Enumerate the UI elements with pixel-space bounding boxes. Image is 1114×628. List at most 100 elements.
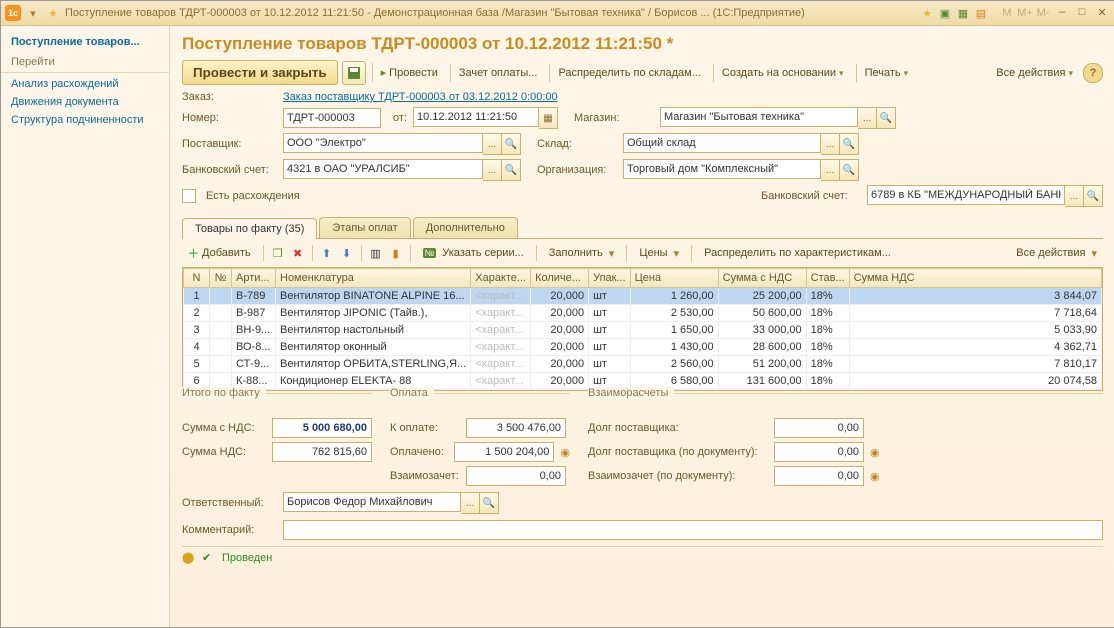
goods-grid[interactable]: N№Арти...НоменклатураХаракте...Количе...… [182, 267, 1103, 391]
grid-cell[interactable]: 18% [806, 288, 849, 305]
favorite-icon[interactable]: ★ [45, 5, 61, 21]
grid-col-header[interactable]: Характе... [471, 269, 531, 288]
open-icon[interactable]: 🔍 [877, 107, 896, 129]
open-icon[interactable]: 🔍 [502, 159, 521, 181]
grid-cell[interactable]: шт [589, 288, 631, 305]
add-row-button[interactable]: ＋Добавить [182, 243, 257, 263]
sidebar-item-movements[interactable]: Движения документа [1, 93, 169, 111]
calc-mminus-button[interactable]: M- [1035, 5, 1051, 21]
grid-col-header[interactable]: Став... [806, 269, 849, 288]
grid-cell[interactable]: 1 650,00 [630, 322, 718, 339]
grid-col-header[interactable]: N [184, 269, 210, 288]
offset-payment-button[interactable]: Зачет оплаты... [450, 64, 544, 82]
grid-cell[interactable]: В-789 [232, 288, 276, 305]
grid-cell[interactable]: 25 200,00 [718, 288, 806, 305]
grid-cell[interactable]: 2 530,00 [630, 305, 718, 322]
grid-cell[interactable] [210, 288, 232, 305]
grid-cell[interactable]: Кондиционер ELEKTA- 88 [276, 373, 471, 390]
comment-input[interactable] [283, 520, 1103, 540]
date-input[interactable]: 10.12.2012 11:21:50 [413, 107, 539, 127]
table-row[interactable]: 3ВН-9...Вентилятор настольный<характ...2… [184, 322, 1102, 339]
tab-payment-stages[interactable]: Этапы оплат [319, 217, 410, 238]
grid-cell[interactable]: <характ... [471, 356, 531, 373]
grid-cell[interactable]: 2 [184, 305, 210, 322]
select-icon[interactable]: ... [858, 107, 877, 129]
grid-cell[interactable]: 20,000 [531, 305, 589, 322]
grid-cell[interactable]: 4 [184, 339, 210, 356]
select-icon[interactable]: ... [1065, 185, 1084, 207]
post-and-close-button[interactable]: Провести и закрыть [182, 60, 338, 85]
grid-cell[interactable]: <характ... [471, 322, 531, 339]
select-icon[interactable]: ... [483, 159, 502, 181]
number-input[interactable]: ТДРТ-000003 [283, 108, 381, 128]
barcode-icon[interactable]: ▥ [368, 245, 384, 261]
grid-cell[interactable]: 18% [806, 305, 849, 322]
grid-cell[interactable]: 51 200,00 [718, 356, 806, 373]
open-icon[interactable]: 🔍 [480, 492, 499, 514]
table-row[interactable]: 5 СТ-9...Вентилятор ОРБИТА,STERLING,Я...<… [184, 356, 1102, 373]
grid-cell[interactable]: 3 844,07 [849, 288, 1101, 305]
distribute-char-button[interactable]: Распределить по характеристикам... [698, 245, 897, 261]
has-diff-checkbox[interactable] [182, 189, 196, 203]
nav-dropdown-icon[interactable]: ▾ [25, 5, 41, 21]
move-up-icon[interactable]: ⬆ [319, 245, 335, 261]
grid-cell[interactable]: <характ... [471, 373, 531, 390]
grid-cell[interactable] [210, 305, 232, 322]
sidebar-item-structure[interactable]: Структура подчиненности [1, 111, 169, 129]
table-row[interactable]: 2В-987Вентилятор JIPONIC (Тайв.),<характ… [184, 305, 1102, 322]
grid-cell[interactable]: 20,000 [531, 339, 589, 356]
grid-cell[interactable]: 1 260,00 [630, 288, 718, 305]
responsible-input[interactable]: Борисов Федор Михайлович [283, 492, 461, 512]
info-icon[interactable]: ◉ [560, 446, 570, 459]
grid-col-header[interactable]: Сумма с НДС [718, 269, 806, 288]
grid-cell[interactable]: 18% [806, 339, 849, 356]
set-series-button[interactable]: №Указать серии... [417, 245, 530, 261]
grid-cell[interactable]: шт [589, 305, 631, 322]
grid-cell[interactable]: СТ-9... [232, 356, 276, 373]
grid-cell[interactable]: 18% [806, 373, 849, 390]
grid-col-header[interactable]: Количе... [531, 269, 589, 288]
grid-cell[interactable]: ВО-8... [232, 339, 276, 356]
minimize-button[interactable]: — [1053, 5, 1071, 21]
calendar-icon[interactable]: ▤ [973, 5, 989, 21]
order-link[interactable]: Заказ поставщику ТДРТ-000003 от 03.12.20… [283, 91, 558, 103]
select-icon[interactable]: ... [821, 133, 840, 155]
grid-cell[interactable]: 20,000 [531, 288, 589, 305]
grid-cell[interactable]: <характ... [471, 305, 531, 322]
grid-cell[interactable]: 3 [184, 322, 210, 339]
maximize-button[interactable]: □ [1073, 5, 1091, 21]
grid-cell[interactable]: 20,000 [531, 322, 589, 339]
distribute-warehouses-button[interactable]: Распределить по складам... [549, 64, 706, 82]
print-button[interactable]: Печать [856, 64, 915, 82]
grid-cell[interactable]: Вентилятор JIPONIC (Тайв.), [276, 305, 471, 322]
select-icon[interactable]: ... [461, 492, 480, 514]
supplier-input[interactable]: ООО "Электро" [283, 133, 483, 153]
copy-row-icon[interactable]: ❐ [270, 245, 286, 261]
select-icon[interactable]: ... [821, 159, 840, 181]
grid-cell[interactable]: 18% [806, 356, 849, 373]
grid-cell[interactable]: Вентилятор оконный [276, 339, 471, 356]
grid-col-header[interactable]: Упак... [589, 269, 631, 288]
grid-cell[interactable]: шт [589, 339, 631, 356]
all-actions-button[interactable]: Все действия [990, 64, 1079, 82]
open-icon[interactable]: 🔍 [840, 159, 859, 181]
grid-cell[interactable]: Вентилятор ОРБИТА,STERLING,Я... [276, 356, 471, 373]
calc-mplus-button[interactable]: M+ [1017, 5, 1033, 21]
grid-cell[interactable]: шт [589, 322, 631, 339]
org-input[interactable]: Торговый дом "Комплексный" [623, 159, 821, 179]
grid-cell[interactable]: 33 000,00 [718, 322, 806, 339]
grid-col-header[interactable]: Сумма НДС [849, 269, 1101, 288]
grid-cell[interactable]: 5 033,90 [849, 322, 1101, 339]
grid-cell[interactable]: 18% [806, 322, 849, 339]
grid-cell[interactable]: 131 600,00 [718, 373, 806, 390]
prices-button[interactable]: Цены▾ [633, 245, 685, 262]
warehouse-input[interactable]: Общий склад [623, 133, 821, 153]
grid-cell[interactable]: Вентилятор настольный [276, 322, 471, 339]
grid-cell[interactable]: 5 [184, 356, 210, 373]
bank2-input[interactable]: 6789 в КБ "МЕЖДУНАРОДНЫЙ БАНК [867, 185, 1065, 205]
grid-cell[interactable]: 20,000 [531, 373, 589, 390]
info-icon[interactable]: ◉ [870, 446, 880, 459]
grid-cell[interactable]: 1 430,00 [630, 339, 718, 356]
move-down-icon[interactable]: ⬇ [339, 245, 355, 261]
info-icon[interactable]: ◉ [870, 470, 880, 483]
